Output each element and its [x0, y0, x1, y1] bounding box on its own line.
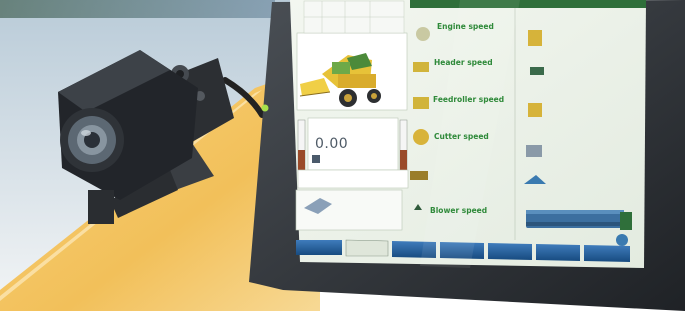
status-bar — [410, 0, 646, 8]
metric-header-speed[interactable]: Header speed — [434, 58, 493, 67]
metric-label: Engine speed — [437, 22, 494, 31]
metric-blower-speed[interactable]: Blower speed — [430, 206, 487, 215]
display-terminal — [249, 0, 685, 311]
metric-label: Cutter speed — [434, 132, 489, 141]
metric-label: Feedroller speed — [433, 95, 505, 104]
metric-label: Header speed — [434, 58, 493, 67]
metric-feedroller-speed[interactable]: Feedroller speed — [433, 95, 504, 104]
date-bar — [297, 169, 409, 189]
harvester-readout-value: 0.00 — [315, 136, 349, 152]
metric-label: Blower speed — [430, 206, 488, 215]
metric-engine-speed[interactable]: Engine speed — [437, 22, 494, 31]
metric-cutter-speed[interactable]: Cutter speed — [434, 132, 489, 141]
power-led — [261, 104, 269, 112]
